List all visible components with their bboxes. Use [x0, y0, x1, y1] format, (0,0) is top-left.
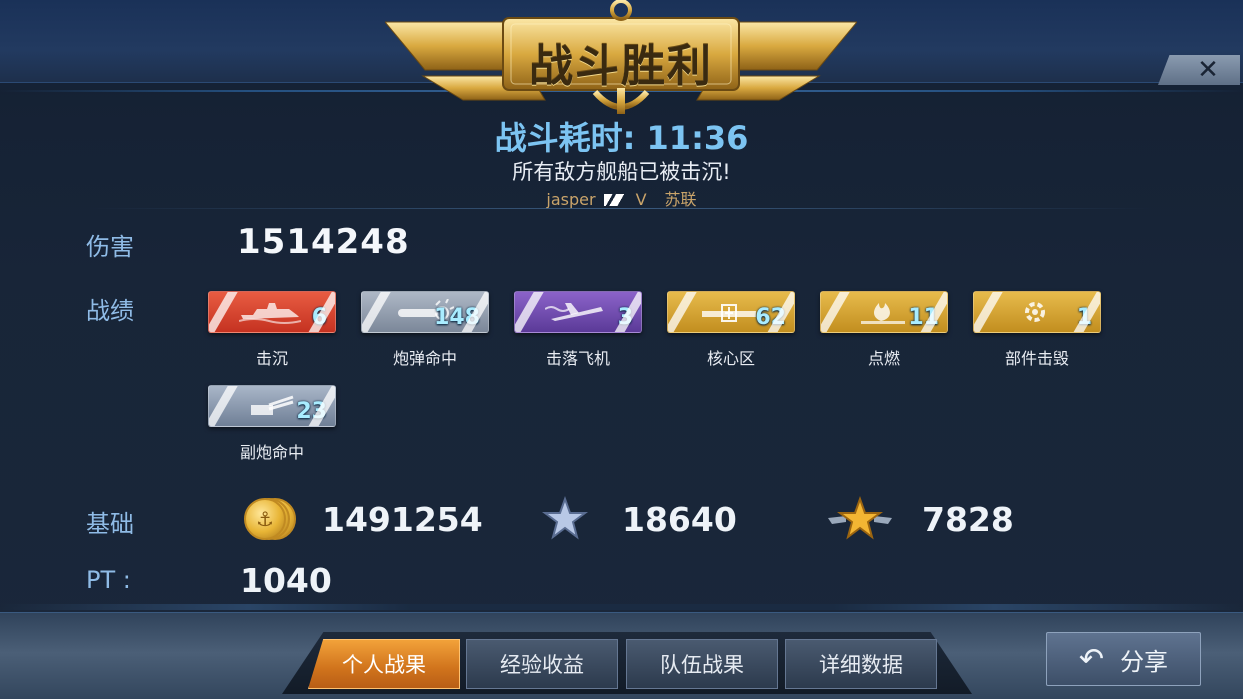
close-icon: ✕ — [1197, 55, 1219, 85]
stat-count: 1 — [1076, 305, 1092, 330]
stat-label: 击沉 — [255, 349, 288, 368]
stat-label: 击落飞机 — [545, 349, 610, 368]
panel-bottom-border — [0, 604, 1243, 610]
stat-count: 6 — [311, 305, 327, 330]
stat-sunk[interactable]: 6 击沉 — [208, 291, 336, 369]
pt-label: PT : — [86, 566, 131, 594]
stat-secondary-hits[interactable]: 23 副炮命中 — [208, 385, 336, 463]
base-label: 基础 — [86, 510, 134, 538]
stat-badge: 6 — [208, 291, 336, 333]
ship-nation: 苏联 — [664, 190, 697, 209]
divider — [90, 208, 1153, 209]
rank-flag-icon — [603, 194, 626, 206]
stat-label: 点燃 — [867, 349, 900, 368]
silver-star-icon — [542, 496, 588, 540]
battle-duration: 战斗耗时: 11:36 — [494, 119, 749, 157]
secondary-gun-icon — [235, 390, 305, 422]
credits-reward: ⚓ 1491254 — [244, 496, 483, 542]
player-name: jasper — [546, 190, 596, 209]
stat-count: 62 — [755, 305, 786, 330]
share-label: 分享 — [1120, 647, 1169, 676]
stat-shell-hits[interactable]: 148 炮弹命中 — [361, 291, 489, 369]
back-arrow-icon: ↶ — [1078, 641, 1105, 677]
tab-team-results[interactable]: 队伍战果 — [626, 639, 778, 689]
tab-experience-earnings[interactable]: 经验收益 — [466, 639, 618, 689]
stat-fires[interactable]: 11 点燃 — [820, 291, 948, 369]
stat-count: 3 — [617, 305, 633, 330]
stat-count: 148 — [434, 305, 480, 330]
gold-winged-star-icon — [828, 496, 892, 540]
ship-sunk-icon — [235, 296, 305, 328]
credits-value: 1491254 — [322, 499, 483, 539]
stat-modules-destroyed[interactable]: 1 部件击毁 — [973, 291, 1101, 369]
stat-label: 副炮命中 — [239, 443, 304, 462]
victory-emblem: 战斗胜利 — [383, 0, 859, 118]
stat-badge: 1 — [973, 291, 1101, 333]
commander-xp-reward: 7828 — [826, 496, 1014, 542]
citadel-icon — [694, 296, 764, 328]
share-button[interactable]: ↶ 分享 — [1046, 632, 1201, 686]
stat-badge: 11 — [820, 291, 948, 333]
close-button[interactable]: ✕ — [1158, 55, 1240, 85]
tab-personal-results[interactable]: 个人战果 — [308, 639, 460, 689]
stat-label: 部件击毁 — [1004, 349, 1069, 368]
ship-xp-reward: 18640 — [542, 496, 737, 542]
stat-label: 核心区 — [706, 349, 755, 368]
stat-planes-down[interactable]: 3 击落飞机 — [514, 291, 642, 369]
player-info: jasper V 苏联 — [0, 186, 1243, 210]
damage-value: 1514248 — [237, 222, 410, 262]
ship-tier: V — [635, 190, 647, 209]
fire-icon — [847, 296, 917, 328]
stat-badge: 3 — [514, 291, 642, 333]
tab-detailed-data[interactable]: 详细数据 — [785, 639, 937, 689]
record-label: 战绩 — [86, 297, 134, 325]
victory-title: 战斗胜利 — [529, 41, 713, 92]
stat-badge: 148 — [361, 291, 489, 333]
stat-citadel[interactable]: 62 核心区 — [667, 291, 795, 369]
commander-xp-value: 7828 — [922, 499, 1014, 539]
battle-result-message: 所有敌方舰船已被击沉! — [512, 160, 731, 184]
ship-xp-value: 18640 — [622, 499, 737, 539]
stat-label: 炮弹命中 — [392, 349, 457, 368]
plane-down-icon — [541, 296, 611, 328]
stat-count: 11 — [908, 305, 939, 330]
stat-badge: 23 — [208, 385, 336, 427]
coin-icon: ⚓ — [244, 496, 298, 542]
pt-value: 1040 — [240, 561, 332, 600]
module-destroyed-icon — [1000, 296, 1070, 328]
damage-label: 伤害 — [86, 233, 134, 261]
stat-count: 23 — [296, 399, 327, 424]
stat-badge: 62 — [667, 291, 795, 333]
